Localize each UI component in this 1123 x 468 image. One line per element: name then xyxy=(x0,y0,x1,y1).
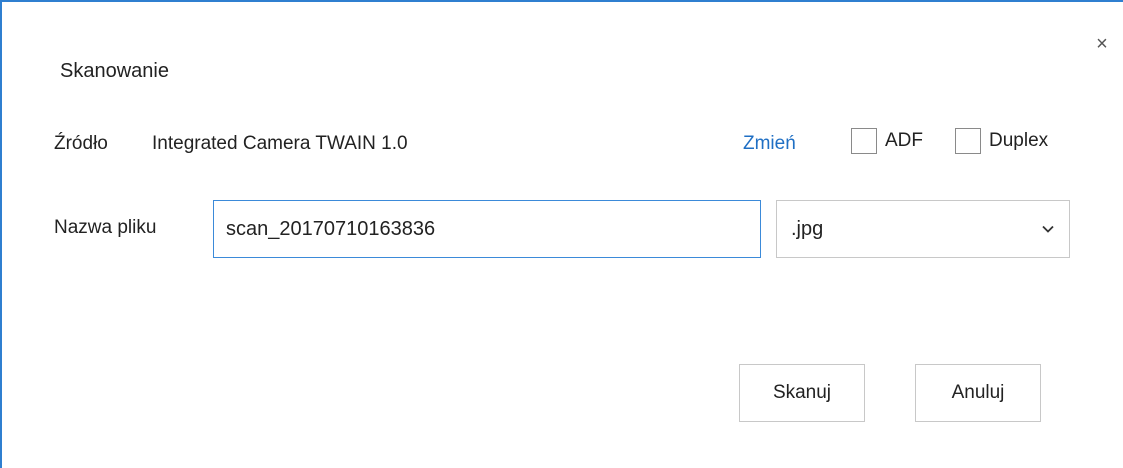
dialog-title: Skanowanie xyxy=(60,60,169,82)
cancel-button[interactable]: Anuluj xyxy=(915,364,1041,422)
chevron-down-icon xyxy=(1042,225,1054,233)
source-value: Integrated Camera TWAIN 1.0 xyxy=(152,133,408,154)
change-source-link[interactable]: Zmień xyxy=(743,133,796,155)
duplex-checkbox-group[interactable]: Duplex xyxy=(955,128,1048,154)
adf-label: ADF xyxy=(885,130,923,151)
scan-dialog: × Skanowanie Źródło Integrated Camera TW… xyxy=(0,0,1123,468)
duplex-checkbox[interactable] xyxy=(955,128,981,154)
filename-input[interactable] xyxy=(213,200,761,258)
scan-button[interactable]: Skanuj xyxy=(739,364,865,422)
extension-select[interactable]: .jpg xyxy=(776,200,1070,258)
source-label: Źródło xyxy=(54,133,108,154)
filename-label: Nazwa pliku xyxy=(54,217,157,238)
duplex-label: Duplex xyxy=(989,130,1049,151)
extension-selected-value: .jpg xyxy=(791,217,824,240)
adf-checkbox-group[interactable]: ADF xyxy=(851,128,923,154)
adf-checkbox[interactable] xyxy=(851,128,877,154)
close-icon[interactable]: × xyxy=(1090,32,1114,56)
